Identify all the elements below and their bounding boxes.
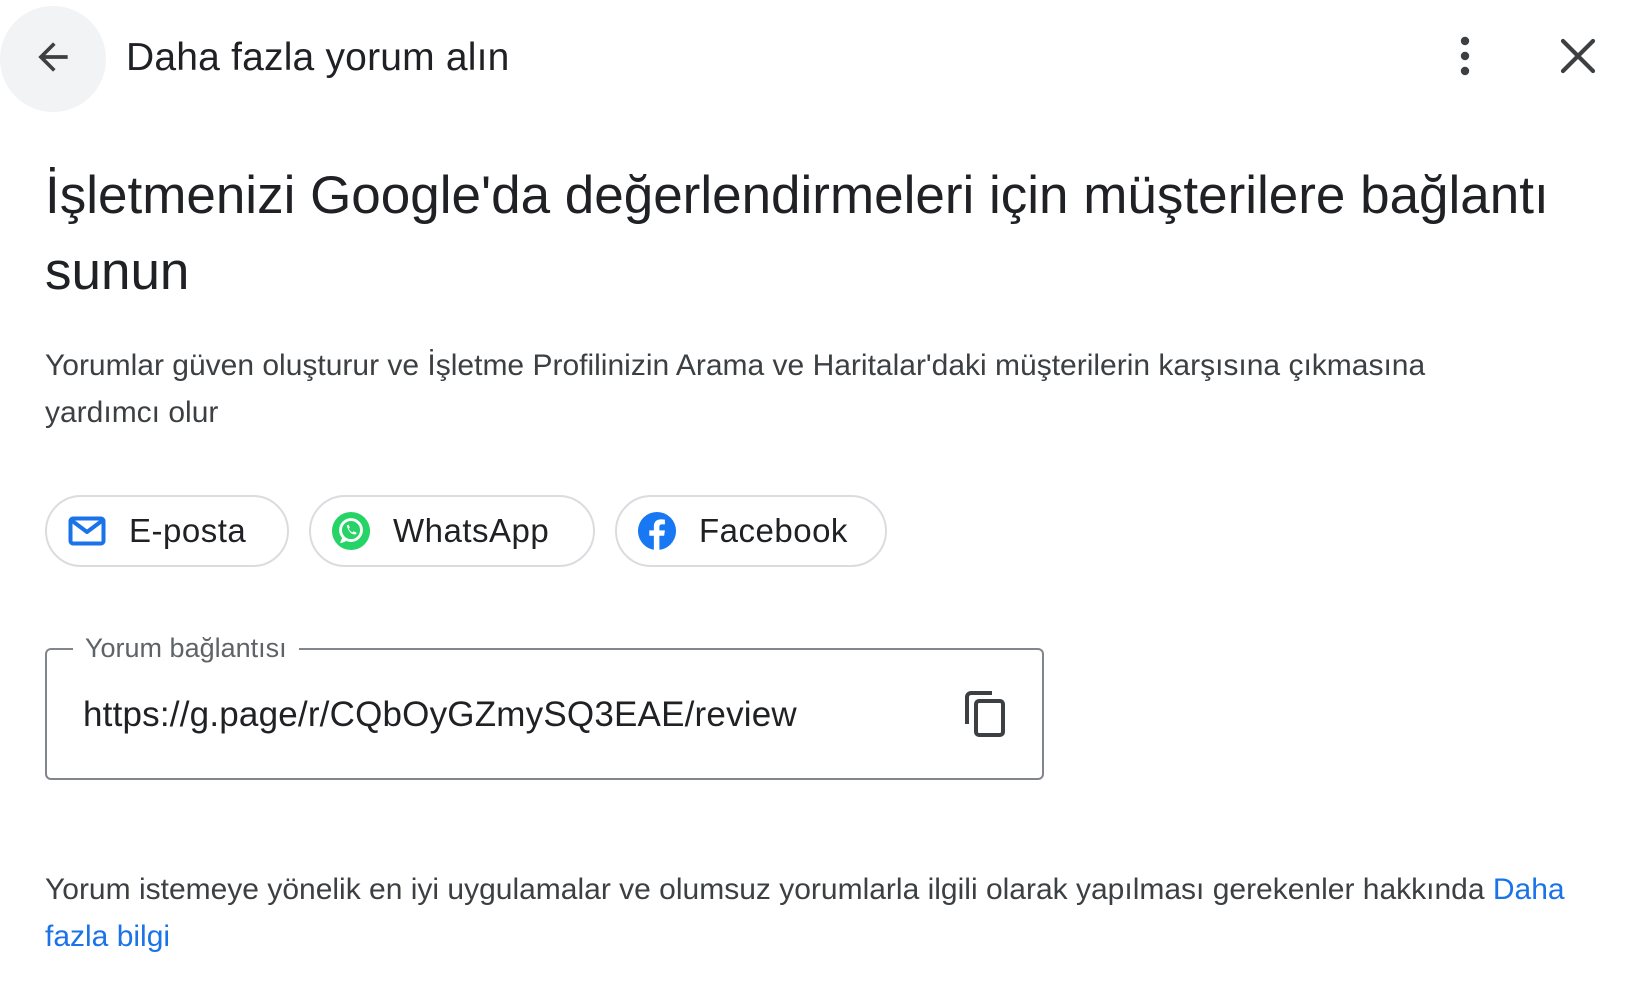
review-link-value[interactable]: https://g.page/r/CQbOyGZmySQ3EAE/review: [83, 694, 797, 736]
footer-note: Yorum istemeye yönelik en iyi uygulamala…: [45, 866, 1585, 960]
copy-link-button[interactable]: [957, 688, 1013, 744]
arrow-back-icon: [31, 35, 75, 84]
back-button[interactable]: [0, 6, 106, 112]
top-bar: Daha fazla yorum alın: [0, 0, 1627, 120]
review-dialog: Daha fazla yorum alın İşletmenizi Google…: [0, 0, 1627, 981]
review-link-field[interactable]: Yorum bağlantısı https://g.page/r/CQbOyG…: [45, 631, 1044, 780]
facebook-icon: [637, 511, 677, 551]
share-whatsapp-button[interactable]: WhatsApp: [309, 495, 595, 567]
share-whatsapp-label: WhatsApp: [393, 512, 550, 549]
share-email-button[interactable]: E-posta: [45, 495, 289, 567]
page-heading: İşletmenizi Google'da değerlendirmeleri …: [45, 166, 1549, 301]
review-link-label: Yorum bağlantısı: [73, 631, 299, 665]
share-facebook-button[interactable]: Facebook: [615, 495, 887, 567]
copy-icon: [963, 690, 1007, 743]
close-icon: [1558, 36, 1598, 81]
share-email-label: E-posta: [129, 512, 247, 549]
page-description: Yorumlar güven oluşturur ve İşletme Prof…: [45, 349, 1426, 429]
more-options-button[interactable]: [1435, 26, 1495, 90]
more-vert-icon: [1457, 36, 1473, 81]
share-options: E-posta WhatsApp Facebook: [45, 495, 887, 571]
mail-icon: [67, 511, 107, 551]
whatsapp-icon: [331, 511, 371, 551]
share-facebook-label: Facebook: [699, 512, 848, 549]
footer-note-text: Yorum istemeye yönelik en iyi uygulamala…: [45, 873, 1485, 906]
dialog-title: Daha fazla yorum alın: [126, 36, 510, 79]
close-button[interactable]: [1548, 28, 1608, 88]
